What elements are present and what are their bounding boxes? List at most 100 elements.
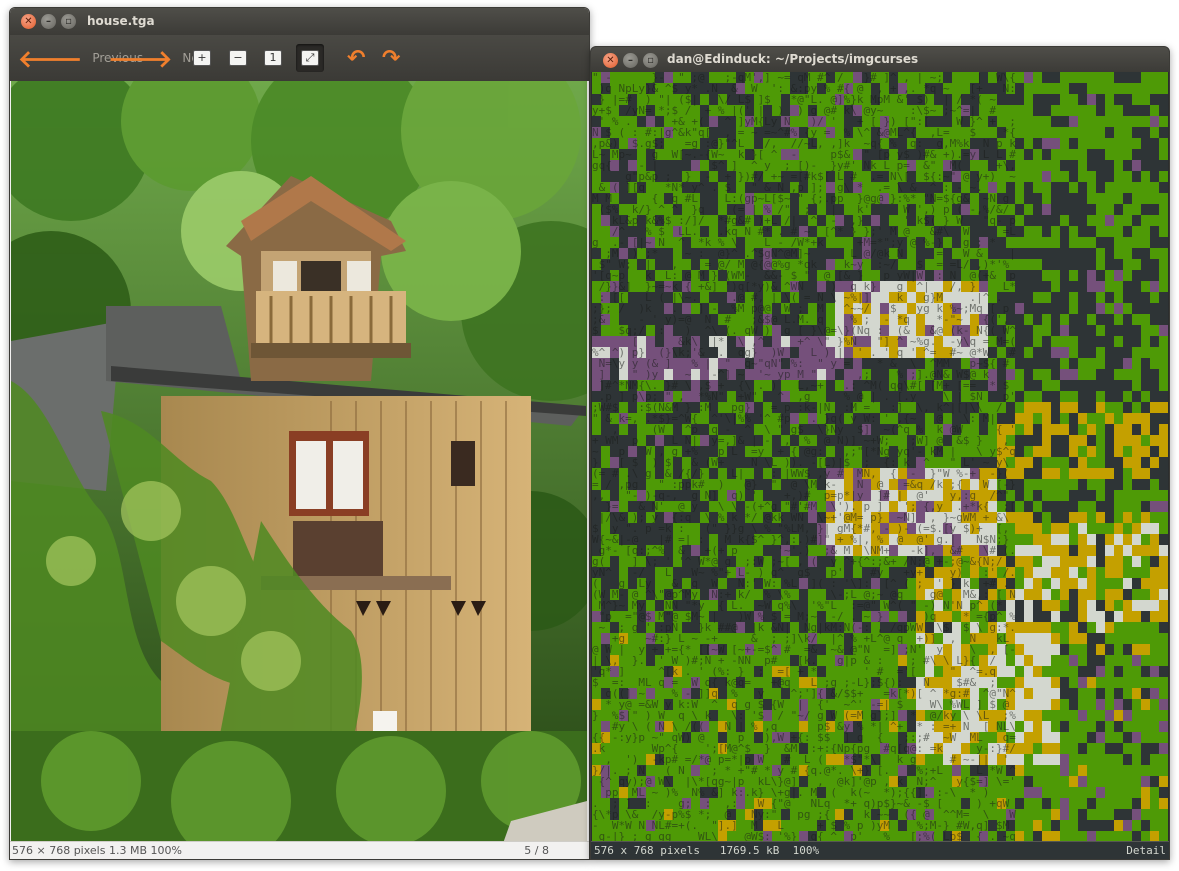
ascii-cell	[700, 677, 709, 688]
image-position: 5 / 8	[524, 844, 549, 857]
ascii-cell	[727, 644, 736, 655]
ascii-cell	[781, 116, 790, 127]
ascii-cell	[1078, 776, 1087, 787]
ascii-cell	[808, 589, 817, 600]
ascii-cell	[952, 523, 961, 534]
ascii-cell	[907, 754, 916, 765]
ascii-cell	[1141, 523, 1150, 534]
zoom-normal-button[interactable]: 1	[259, 44, 287, 72]
ascii-cell	[1150, 721, 1159, 732]
ascii-cell	[718, 204, 727, 215]
ascii-cell	[799, 732, 808, 743]
ascii-cell	[781, 193, 790, 204]
ascii-cell	[916, 622, 925, 633]
ascii-cell	[628, 754, 637, 765]
ascii-cell	[1159, 347, 1168, 358]
ascii-cell	[637, 743, 646, 754]
ascii-cell	[916, 160, 925, 171]
ascii-cell	[952, 193, 961, 204]
ascii-cell	[682, 699, 691, 710]
ascii-cell	[1132, 369, 1141, 380]
ascii-cell	[1042, 688, 1051, 699]
ascii-cell	[1123, 655, 1132, 666]
ascii-cell	[673, 545, 682, 556]
ascii-cell	[799, 138, 808, 149]
ascii-cell	[835, 171, 844, 182]
window-close-icon[interactable]: ✕	[603, 53, 618, 68]
ascii-cell	[880, 776, 889, 787]
ascii-cell	[700, 721, 709, 732]
viewer-titlebar[interactable]: ✕ – ▫ house.tga	[10, 8, 589, 35]
ascii-cell	[673, 633, 682, 644]
ascii-cell	[646, 281, 655, 292]
ascii-cell	[664, 94, 673, 105]
ascii-cell	[871, 699, 880, 710]
ascii-cell	[1159, 545, 1168, 556]
ascii-cell	[988, 193, 997, 204]
ascii-cell	[988, 446, 997, 457]
ascii-cell	[1123, 270, 1132, 281]
ascii-cell	[970, 347, 979, 358]
zoom-in-button[interactable]: +	[188, 44, 216, 72]
ascii-cell	[682, 105, 691, 116]
ascii-cell	[601, 490, 610, 501]
ascii-cell	[655, 655, 664, 666]
ascii-cell	[1114, 578, 1123, 589]
ascii-cell	[592, 259, 601, 270]
ascii-cell	[1078, 611, 1087, 622]
ascii-cell	[664, 402, 673, 413]
ascii-cell	[889, 688, 898, 699]
ascii-cell	[898, 446, 907, 457]
ascii-cell	[997, 160, 1006, 171]
ascii-cell	[1096, 347, 1105, 358]
ascii-cell	[745, 204, 754, 215]
ascii-cell	[1006, 72, 1015, 83]
ascii-cell	[871, 820, 880, 831]
ascii-cell	[961, 171, 970, 182]
ascii-cell	[772, 347, 781, 358]
ascii-cell	[682, 776, 691, 787]
ascii-cell	[871, 402, 880, 413]
window-maximize-icon[interactable]: ▫	[61, 14, 76, 29]
window-minimize-icon[interactable]: –	[623, 53, 638, 68]
window-minimize-icon[interactable]: –	[41, 14, 56, 29]
ascii-cell	[817, 710, 826, 721]
ascii-cell	[1042, 369, 1051, 380]
terminal-titlebar[interactable]: ✕ – ▫ dan@Edinduck: ~/Projects/imgcurses	[591, 47, 1169, 72]
ascii-cell	[1087, 215, 1096, 226]
ascii-cell	[808, 171, 817, 182]
ascii-cell	[880, 732, 889, 743]
ascii-cell	[1069, 127, 1078, 138]
ascii-cell	[898, 94, 907, 105]
ascii-cell	[979, 303, 988, 314]
ascii-cell	[601, 534, 610, 545]
ascii-cell	[943, 600, 952, 611]
zoom-fit-button[interactable]: ⤢	[296, 44, 324, 72]
ascii-cell	[1105, 578, 1114, 589]
window-maximize-icon[interactable]: ▫	[643, 53, 658, 68]
ascii-cell	[1141, 490, 1150, 501]
ascii-cell	[592, 171, 601, 182]
zoom-out-button[interactable]: −	[224, 44, 252, 72]
rotate-left-icon[interactable]: ↶	[347, 46, 365, 71]
ascii-cell	[934, 336, 943, 347]
ascii-cell	[1141, 413, 1150, 424]
ascii-cell	[736, 226, 745, 237]
ascii-cell	[637, 248, 646, 259]
window-close-icon[interactable]: ✕	[21, 14, 36, 29]
ascii-cell	[637, 721, 646, 732]
rotate-right-icon[interactable]: ↷	[382, 46, 400, 71]
ascii-cell	[808, 666, 817, 677]
ascii-cell	[790, 391, 799, 402]
ascii-cell	[916, 457, 925, 468]
ascii-cell	[799, 391, 808, 402]
ascii-cell	[1132, 193, 1141, 204]
ascii-cell	[655, 127, 664, 138]
ascii-cell	[1096, 479, 1105, 490]
ascii-cell	[727, 633, 736, 644]
ascii-cell	[709, 226, 718, 237]
ascii-cell	[664, 655, 673, 666]
ascii-cell	[700, 292, 709, 303]
ascii-cell	[808, 776, 817, 787]
ascii-cell	[853, 292, 862, 303]
